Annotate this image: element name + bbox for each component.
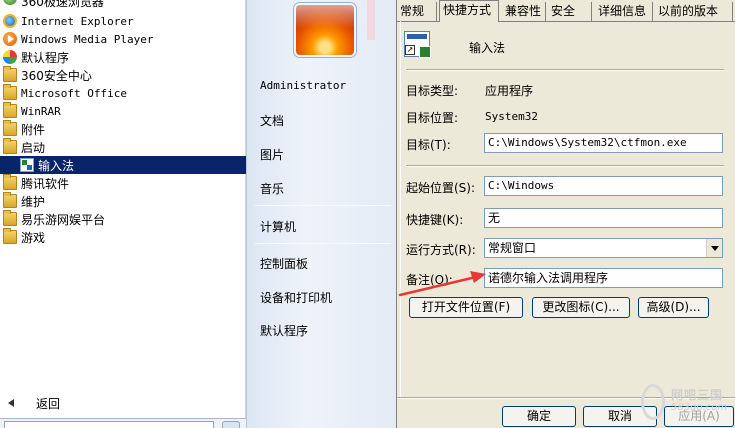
run-label: 运行方式(R): <box>406 243 476 257</box>
user-avatar[interactable] <box>294 3 356 57</box>
comment-label: 备注(O): <box>406 273 453 287</box>
start-item-documents[interactable]: 文档 <box>260 112 284 129</box>
background-edge <box>367 0 375 40</box>
program-item[interactable]: 附件 <box>0 120 246 138</box>
program-item-label: 360安全中心 <box>21 68 92 83</box>
program-item-label: 易乐游网娱平台 <box>21 212 106 227</box>
start-menu-right-pane: Administrator 文档 图片 音乐 计算机 控制面板 设备和打印机 默… <box>246 0 396 428</box>
separator <box>406 165 724 167</box>
folder-icon <box>3 228 17 244</box>
internet-explorer-icon <box>3 14 17 28</box>
separator <box>255 243 391 244</box>
folder-icon <box>3 210 17 226</box>
search-button[interactable] <box>222 421 240 428</box>
start-item-default-programs[interactable]: 默认程序 <box>260 322 308 339</box>
separator <box>406 69 724 71</box>
target-location-value: System32 <box>485 110 538 123</box>
tab-shortcut[interactable]: 快捷方式 <box>439 0 499 22</box>
cancel-button[interactable]: 取消 <box>583 406 657 427</box>
program-item-label: Windows Media Player <box>21 32 154 46</box>
program-item[interactable]: 360安全中心 <box>0 66 246 84</box>
folder-icon <box>3 66 17 82</box>
program-item[interactable]: 腾讯软件 <box>0 174 246 192</box>
start-in-label: 起始位置(S): <box>406 181 476 195</box>
program-item-label: Microsoft Office <box>21 86 127 100</box>
program-item-label: 启动 <box>21 140 46 155</box>
program-item[interactable]: 启动 <box>0 138 246 156</box>
program-item-label: 输入法 <box>38 158 75 173</box>
program-item-label: 维护 <box>21 194 46 209</box>
hotkey-input[interactable]: 无 <box>484 208 723 228</box>
program-item-label: 默认程序 <box>21 50 70 65</box>
apply-button[interactable]: 应用(A) <box>664 406 734 427</box>
program-item[interactable]: Windows Media Player <box>0 30 246 48</box>
folder-icon <box>3 84 17 100</box>
shortcut-name: 输入法 <box>469 41 506 55</box>
program-item-label: 腾讯软件 <box>21 176 70 191</box>
folder-icon <box>3 192 17 208</box>
separator <box>255 205 391 206</box>
start-item-user[interactable]: Administrator <box>260 79 346 92</box>
tab-security[interactable]: 安全 <box>548 2 592 21</box>
run-select[interactable]: 常规窗口 <box>484 238 723 258</box>
program-item-label: 游戏 <box>21 230 46 245</box>
target-type-value: 应用程序 <box>485 84 534 98</box>
separator <box>397 397 735 399</box>
input-method-icon <box>20 158 34 172</box>
shortcut-arrow-icon: ↗ <box>405 45 415 55</box>
tab-previous-versions[interactable]: 以前的版本 <box>655 2 733 21</box>
program-item[interactable]: 易乐游网娱平台 <box>0 210 246 228</box>
hotkey-label: 快捷键(K): <box>406 213 464 227</box>
start-item-control-panel[interactable]: 控制面板 <box>260 255 308 272</box>
shortcut-properties-dialog: 常规 快捷方式 兼容性 安全 详细信息 以前的版本 ↗ 输入法 目标类型: 应用… <box>396 0 735 428</box>
program-item-label: Internet Explorer <box>21 14 134 28</box>
chevron-down-icon[interactable] <box>706 239 722 257</box>
search-bar <box>0 418 246 428</box>
tab-details[interactable]: 详细信息 <box>595 2 653 21</box>
program-item[interactable]: 输入法 <box>0 156 246 174</box>
back-arrow-icon <box>8 399 14 407</box>
advanced-button[interactable]: 高级(D)... <box>638 297 709 318</box>
tab-general[interactable]: 常规 <box>397 2 437 21</box>
tab-compatibility[interactable]: 兼容性 <box>502 2 546 21</box>
program-item[interactable]: 游戏 <box>0 228 246 246</box>
folder-icon <box>3 102 17 118</box>
change-icon-button[interactable]: 更改图标(C)... <box>532 297 630 318</box>
program-item[interactable]: 默认程序 <box>0 48 246 66</box>
run-select-value: 常规窗口 <box>488 241 537 255</box>
search-input[interactable] <box>4 421 214 428</box>
folder-icon <box>3 174 17 190</box>
windows-media-player-icon <box>3 32 17 46</box>
target-type-label: 目标类型: <box>406 84 459 98</box>
target-label: 目标(T): <box>406 138 451 152</box>
tab-strip: 常规 快捷方式 兼容性 安全 详细信息 以前的版本 <box>397 0 735 22</box>
program-item[interactable]: WinRAR <box>0 102 246 120</box>
folder-icon <box>3 120 17 136</box>
program-item-label: WinRAR <box>21 104 61 118</box>
back-button[interactable]: 返回 <box>0 393 246 413</box>
program-item-label: 附件 <box>21 122 46 137</box>
target-input[interactable]: C:\Windows\System32\ctfmon.exe <box>484 133 723 153</box>
all-programs-list: 360极速浏览器 Internet Explorer Windows Media P… <box>0 0 246 428</box>
comment-input[interactable]: 诺德尔输入法调用程序 <box>484 268 723 288</box>
back-label: 返回 <box>36 396 61 411</box>
start-item-devices-printers[interactable]: 设备和打印机 <box>260 289 332 306</box>
start-in-input[interactable]: C:\Windows <box>484 176 723 196</box>
default-programs-icon <box>3 50 17 64</box>
ok-button[interactable]: 确定 <box>502 406 576 427</box>
program-item[interactable]: 维护 <box>0 192 246 210</box>
target-location-label: 目标位置: <box>406 111 459 125</box>
program-item[interactable]: 360极速浏览器 <box>0 0 246 10</box>
start-item-music[interactable]: 音乐 <box>260 180 284 197</box>
open-file-location-button[interactable]: 打开文件位置(F) <box>409 297 523 318</box>
start-item-computer[interactable]: 计算机 <box>260 218 296 235</box>
program-item-label: 360极速浏览器 <box>21 0 104 9</box>
folder-icon <box>3 138 17 154</box>
program-item[interactable]: Microsoft Office <box>0 84 246 102</box>
start-item-pictures[interactable]: 图片 <box>260 146 284 163</box>
program-item[interactable]: Internet Explorer <box>0 12 246 30</box>
